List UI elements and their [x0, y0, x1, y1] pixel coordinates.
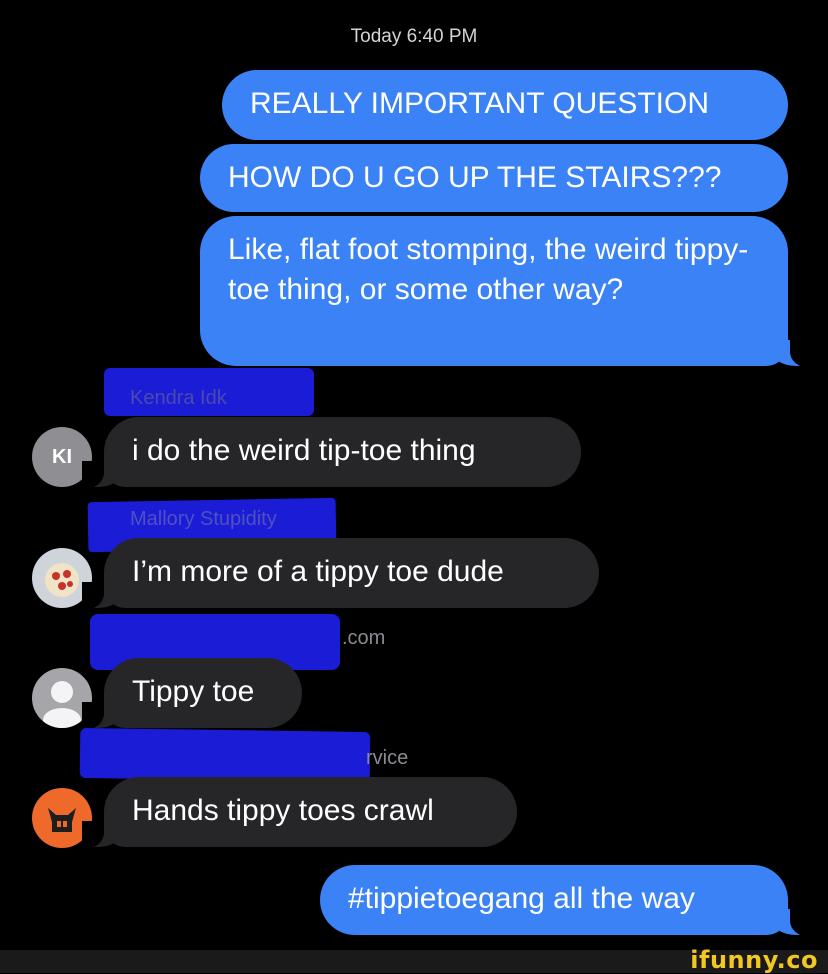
outgoing-message[interactable]: #tippietoegang all the way — [320, 865, 788, 935]
outgoing-message[interactable]: Like, flat foot stomping, the weird tipp… — [200, 216, 788, 366]
avatar-initials: KI — [52, 445, 72, 468]
redaction-scribble — [79, 727, 371, 783]
incoming-message[interactable]: Tippy toe — [104, 658, 302, 728]
outgoing-message[interactable]: HOW DO U GO UP THE STAIRS??? — [200, 144, 788, 212]
message-text: i do the weird tip-toe thing — [132, 434, 476, 467]
outgoing-message[interactable]: REALLY IMPORTANT QUESTION — [222, 70, 788, 140]
sender-name: rvice — [366, 747, 409, 769]
message-text: Hands tippy toes crawl — [132, 794, 434, 827]
message-text: Like, flat foot stomping, the weird tipp… — [228, 233, 749, 306]
message-text: HOW DO U GO UP THE STAIRS??? — [228, 161, 722, 194]
ifunny-watermark: ifunny.co — [690, 946, 818, 974]
message-text: Tippy toe — [132, 675, 255, 708]
message-text: REALLY IMPORTANT QUESTION — [250, 87, 709, 120]
incoming-message[interactable]: I’m more of a tippy toe dude — [104, 538, 599, 608]
conversation-timestamp: Today 6:40 PM — [350, 26, 478, 47]
message-text: I’m more of a tippy toe dude — [132, 555, 504, 588]
sender-name: Mallory Stupidity — [130, 508, 277, 530]
sender-name: Kendra Idk — [130, 387, 227, 409]
message-text: #tippietoegang all the way — [348, 882, 695, 915]
incoming-message[interactable]: Hands tippy toes crawl — [104, 777, 517, 847]
sender-name: .com — [342, 627, 386, 649]
incoming-message[interactable]: i do the weird tip-toe thing — [104, 417, 581, 487]
